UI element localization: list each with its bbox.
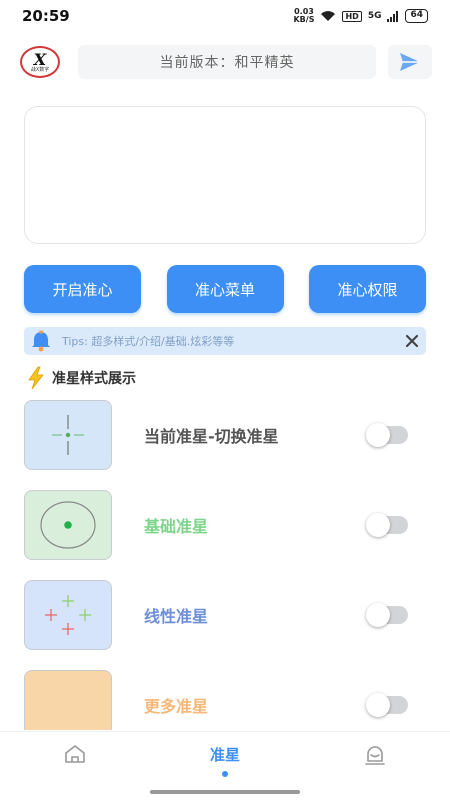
tips-text: Tips: 超多样式/介绍/基础.炫彩等等 (62, 335, 235, 348)
crosshair-label-more: 更多准星 (144, 697, 209, 716)
list-item-current[interactable]: 当前准星-切换准星 (24, 400, 426, 470)
toggle-switch-linear[interactable] (366, 603, 408, 627)
toggle-knob (366, 513, 390, 537)
status-bar: 20:59 0.03 KB/S HD 5G 64 (0, 0, 450, 32)
list-item-more[interactable]: 更多准星 (24, 670, 426, 730)
crosshair-list: 当前准星-切换准星 基础准星 线性准星 更多准星 (24, 400, 426, 730)
list-item-basic[interactable]: 基础准星 (24, 490, 426, 560)
toggle-switch-current[interactable] (366, 423, 408, 447)
crosshair-dot-lines-icon (52, 415, 84, 455)
toggle-knob (366, 423, 390, 447)
crosshair-menu-button[interactable]: 准心菜单 (166, 265, 284, 313)
nav-home[interactable] (15, 744, 135, 764)
hd-badge: HD (342, 10, 362, 22)
bell-icon (32, 330, 50, 352)
crosshair-label-basic: 基础准星 (144, 517, 209, 536)
crosshair-permission-button[interactable]: 准心权限 (309, 265, 426, 313)
signal-bars-icon (387, 10, 399, 22)
crosshair-thumb-basic (24, 490, 112, 560)
status-time: 20:59 (22, 7, 70, 25)
crosshair-thumb-more (24, 670, 112, 730)
action-buttons: 开启准心 准心菜单 准心权限 (24, 265, 426, 313)
app-logo: X 战X数字 (20, 46, 60, 78)
section-title: 准星样式展示 (52, 371, 136, 387)
home-indicator (150, 790, 300, 794)
open-crosshair-button[interactable]: 开启准心 (24, 265, 141, 313)
network-speed-unit: KB/S (293, 15, 315, 24)
tips-banner: Tips: 超多样式/介绍/基础.炫彩等等 (24, 327, 426, 355)
home-icon (65, 745, 85, 763)
status-icons: 0.03 KB/S HD 5G 64 (293, 8, 428, 24)
lightning-icon (28, 366, 44, 390)
close-icon[interactable] (404, 333, 420, 349)
crosshair-thumb-linear (24, 580, 112, 650)
logo-subtitle: 战X数字 (30, 66, 50, 73)
crosshair-linear-icon (45, 595, 91, 635)
section-header: 准星样式展示 (26, 366, 136, 390)
battery-indicator: 64 (405, 9, 428, 23)
nav-crosshair-label: 准星 (209, 746, 240, 764)
version-display: 当前版本：和平精英 (78, 45, 376, 79)
crosshair-thumb-current (24, 400, 112, 470)
network-speed: 0.03 KB/S (293, 8, 314, 24)
crosshair-circle-icon (40, 501, 96, 549)
nav-active-dot (222, 771, 228, 777)
toggle-switch-more[interactable] (366, 693, 408, 717)
signal-label: 5G (367, 11, 382, 21)
toggle-knob (366, 603, 390, 627)
wifi-icon (321, 11, 336, 21)
header: X 战X数字 当前版本：和平精英 (20, 44, 432, 80)
profile-icon (365, 746, 385, 765)
crosshair-label-linear: 线性准星 (144, 607, 209, 626)
send-button[interactable] (388, 45, 432, 79)
send-icon (400, 53, 420, 71)
toggle-knob (366, 693, 390, 717)
nav-profile[interactable] (315, 744, 435, 766)
logo-letter: X (33, 49, 47, 69)
crosshair-label-current: 当前准星-切换准星 (144, 427, 279, 446)
list-item-linear[interactable]: 线性准星 (24, 580, 426, 650)
toggle-switch-basic[interactable] (366, 513, 408, 537)
command-input[interactable] (24, 106, 426, 244)
nav-crosshair[interactable]: 准星 (165, 744, 285, 777)
